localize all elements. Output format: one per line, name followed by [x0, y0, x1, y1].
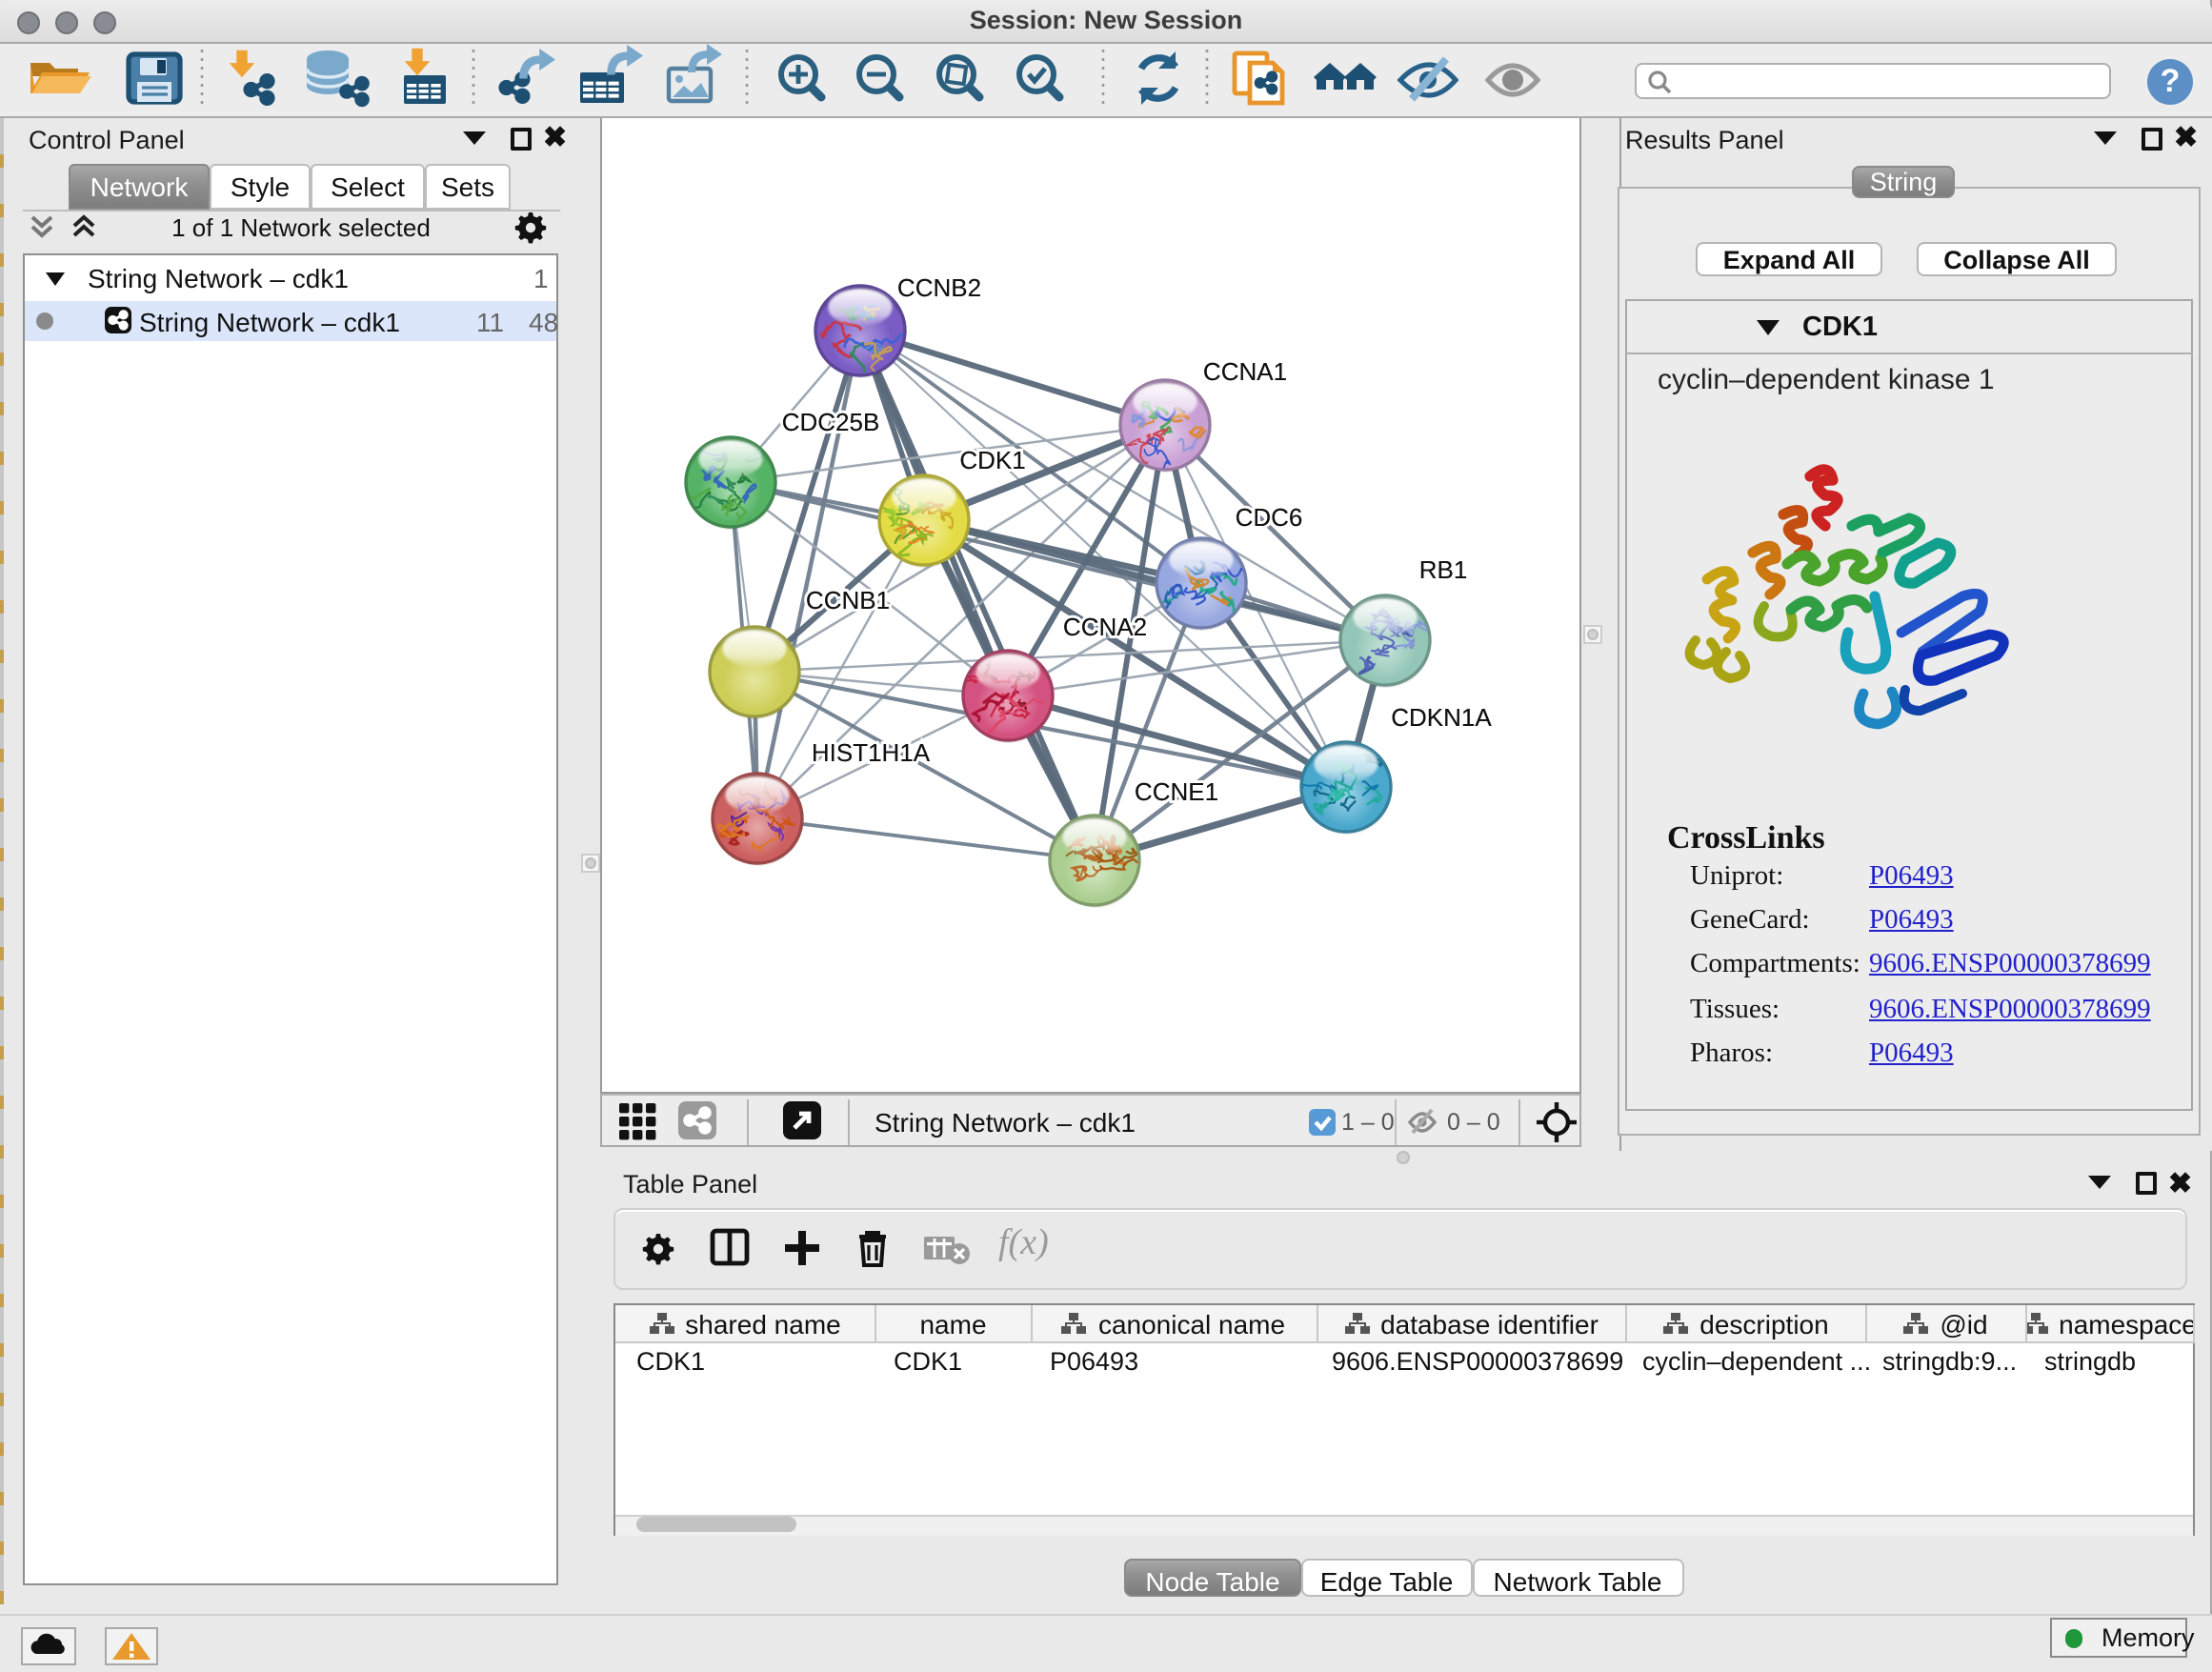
svg-text:CCNB2: CCNB2 [897, 273, 981, 302]
svg-text:RB1: RB1 [1419, 555, 1468, 584]
svg-text:CDK1: CDK1 [959, 446, 1025, 474]
svg-text:CCNA1: CCNA1 [1203, 357, 1287, 386]
svg-text:CDKN1A: CDKN1A [1391, 703, 1492, 732]
svg-text:CCNE1: CCNE1 [1135, 777, 1218, 806]
svg-text:CDC6: CDC6 [1236, 503, 1303, 532]
svg-text:HIST1H1A: HIST1H1A [812, 738, 931, 767]
svg-text:CDC25B: CDC25B [782, 408, 880, 436]
svg-text:CCNA2: CCNA2 [1063, 613, 1147, 641]
svg-text:CCNB1: CCNB1 [806, 586, 890, 614]
